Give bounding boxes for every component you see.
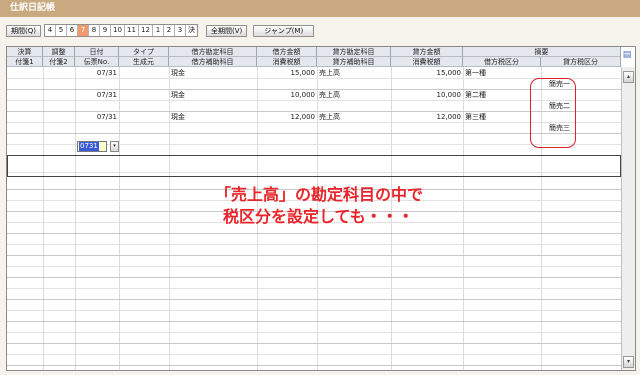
entry2-debit-amount[interactable]: 10,000 xyxy=(257,89,317,101)
entry3-credit-amount[interactable]: 12,000 xyxy=(391,111,463,123)
header-credit-tax-class: 貸方税区分 xyxy=(541,57,621,67)
month-9[interactable]: 9 xyxy=(99,25,111,36)
header-credit-account: 貸方勘定科目 xyxy=(317,47,391,57)
entry1-credit-account[interactable]: 売上高 xyxy=(317,67,391,79)
date-input[interactable]: 0731 xyxy=(77,141,107,152)
annotation-text: 「売上高」の勘定科目の中で 税区分を設定しても・・・ xyxy=(215,184,475,228)
month-11[interactable]: 11 xyxy=(124,25,139,36)
entry3-credit-account[interactable]: 売上高 xyxy=(317,111,391,123)
header-adjust: 調整 xyxy=(43,47,75,57)
month-10[interactable]: 10 xyxy=(110,25,125,36)
entry1-debit-amount[interactable]: 15,000 xyxy=(257,67,317,79)
entry3-debit-account[interactable]: 現金 xyxy=(169,111,257,123)
header-debit-account: 借方勘定科目 xyxy=(169,47,257,57)
header-credit-amount: 貸方金額 xyxy=(391,47,463,57)
all-period-button[interactable]: 全期間(V) xyxy=(205,24,248,37)
header-debit-amount: 借方金額 xyxy=(257,47,317,57)
month-selector: 4 5 6 7 8 9 10 11 12 1 2 3 決 xyxy=(43,24,198,37)
active-input-row[interactable] xyxy=(7,155,621,177)
date-input-value: 0731 xyxy=(79,142,99,151)
header-debit-sub-account: 借方補助科目 xyxy=(169,57,257,67)
entry1-date[interactable]: 07/31 xyxy=(75,67,119,79)
entry1-debit-tax-class[interactable]: 第一種 xyxy=(463,67,541,79)
header-date: 日付 xyxy=(75,47,119,57)
jump-button[interactable]: ジャンプ(M) xyxy=(253,24,315,37)
header-debit-tax: 消費税額 xyxy=(257,57,317,67)
entry2-credit-amount[interactable]: 10,000 xyxy=(391,89,463,101)
entry3-debit-amount[interactable]: 12,000 xyxy=(257,111,317,123)
header-credit-sub-account: 貸方補助科目 xyxy=(317,57,391,67)
header-credit-tax: 消費税額 xyxy=(391,57,463,67)
month-6[interactable]: 6 xyxy=(66,25,78,36)
annotation-line-2: 税区分を設定しても・・・ xyxy=(223,207,414,226)
scroll-down-icon[interactable]: ▾ xyxy=(623,356,634,368)
header-voucher-no: 伝票No. xyxy=(75,57,119,67)
window-title: 仕訳日記帳 xyxy=(0,0,640,17)
month-2[interactable]: 2 xyxy=(163,25,175,36)
header-description: 摘要 xyxy=(463,47,621,57)
entry3-date[interactable]: 07/31 xyxy=(75,111,119,123)
period-button[interactable]: 期間(Q) xyxy=(6,24,41,37)
header-tag2: 付箋2 xyxy=(43,57,75,67)
month-7[interactable]: 7 xyxy=(77,25,89,36)
date-dropdown-button[interactable]: ▾ xyxy=(110,141,119,152)
month-5[interactable]: 5 xyxy=(55,25,67,36)
entry1-credit-amount[interactable]: 15,000 xyxy=(391,67,463,79)
header-debit-tax-class: 借方税区分 xyxy=(463,57,541,67)
memo-icon[interactable]: ▤ xyxy=(621,49,633,61)
entry1-debit-account[interactable]: 現金 xyxy=(169,67,257,79)
entry2-date[interactable]: 07/31 xyxy=(75,89,119,101)
header-type: タイプ xyxy=(119,47,169,57)
header-closing: 決算 xyxy=(7,47,43,57)
entry2-credit-account[interactable]: 売上高 xyxy=(317,89,391,101)
scroll-up-icon[interactable]: ▴ xyxy=(623,71,634,83)
month-4[interactable]: 4 xyxy=(44,25,56,36)
header-origin: 生成元 xyxy=(119,57,169,67)
grid-header: 決算 調整 日付 タイプ 借方勘定科目 借方金額 貸方勘定科目 貸方金額 摘要 … xyxy=(7,47,621,67)
month-3[interactable]: 3 xyxy=(174,25,186,36)
month-closing[interactable]: 決 xyxy=(185,25,197,36)
month-1[interactable]: 1 xyxy=(152,25,164,36)
annotation-line-1: 「売上高」の勘定科目の中で xyxy=(215,185,424,204)
tax-class-highlight xyxy=(530,78,576,148)
month-8[interactable]: 8 xyxy=(88,25,100,36)
header-tag1: 付箋1 xyxy=(7,57,43,67)
vertical-scrollbar[interactable]: ▴ ▾ xyxy=(621,67,635,370)
month-12[interactable]: 12 xyxy=(138,25,153,36)
toolbar: 期間(Q) 4 5 6 7 8 9 10 11 12 1 2 3 決 全期間(V… xyxy=(6,24,315,37)
entry2-debit-account[interactable]: 現金 xyxy=(169,89,257,101)
